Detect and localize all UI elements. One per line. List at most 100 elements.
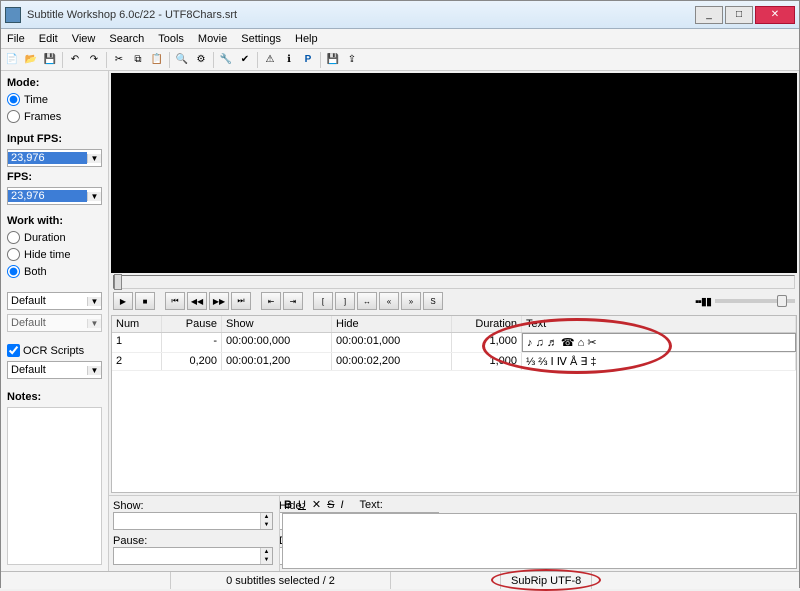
paste-icon[interactable]: 📋 bbox=[148, 51, 166, 69]
export-icon[interactable]: ⇪ bbox=[343, 51, 361, 69]
pascal-icon[interactable]: P bbox=[299, 51, 317, 69]
pause-input[interactable] bbox=[114, 548, 260, 564]
italic-button[interactable]: I bbox=[340, 499, 343, 511]
shift-back-button[interactable]: « bbox=[379, 292, 399, 310]
info-icon[interactable]: ℹ bbox=[280, 51, 298, 69]
charset-dropdown[interactable]: Default▼ bbox=[7, 292, 102, 310]
menu-help[interactable]: Help bbox=[295, 33, 318, 45]
settings-icon[interactable]: ⚙ bbox=[192, 51, 210, 69]
spell-icon[interactable]: ✔ bbox=[236, 51, 254, 69]
chevron-down-icon: ▼ bbox=[87, 366, 101, 375]
spin-down-icon[interactable]: ▼ bbox=[260, 556, 272, 564]
next-sub-button[interactable]: ⇥ bbox=[283, 292, 303, 310]
window-title: Subtitle Workshop 6.0c/22 - UTF8Chars.sr… bbox=[27, 9, 695, 21]
ocr-checkbox[interactable] bbox=[7, 344, 20, 357]
save-icon[interactable]: 💾 bbox=[41, 51, 59, 69]
open-icon[interactable]: 📂 bbox=[22, 51, 40, 69]
chevron-down-icon: ▼ bbox=[87, 154, 101, 163]
save2-icon[interactable]: 💾 bbox=[324, 51, 342, 69]
underline-button[interactable]: U bbox=[298, 499, 306, 511]
text-label: Text: bbox=[360, 499, 383, 511]
menu-tools[interactable]: Tools bbox=[158, 33, 184, 45]
col-show[interactable]: Show bbox=[222, 316, 332, 332]
maximize-button[interactable]: □ bbox=[725, 6, 753, 24]
tool-icon[interactable]: 🔧 bbox=[217, 51, 235, 69]
stop-button[interactable]: ■ bbox=[135, 292, 155, 310]
ww-both-label: Both bbox=[24, 266, 47, 278]
ffwd-button[interactable]: ⏭ bbox=[231, 292, 251, 310]
scrubber-thumb[interactable] bbox=[114, 274, 122, 290]
table-row[interactable]: 2 0,200 00:00:01,200 00:00:02,200 1,000 … bbox=[112, 353, 796, 371]
status-format: SubRip UTF-8 bbox=[501, 572, 592, 589]
search-icon[interactable]: 🔍 bbox=[173, 51, 191, 69]
volume-slider[interactable] bbox=[715, 299, 795, 303]
workwith-label: Work with: bbox=[7, 215, 102, 227]
spin-up-icon[interactable]: ▲ bbox=[260, 548, 272, 556]
strike-button[interactable]: S bbox=[327, 499, 334, 511]
status-bar: 0 subtitles selected / 2 SubRip UTF-8 bbox=[1, 571, 799, 589]
pause-label: Pause: bbox=[113, 535, 273, 547]
volume-knob[interactable] bbox=[777, 295, 787, 307]
menu-file[interactable]: File bbox=[7, 33, 25, 45]
col-text[interactable]: Text bbox=[522, 316, 796, 332]
ww-hide-label: Hide time bbox=[24, 249, 70, 261]
menu-view[interactable]: View bbox=[72, 33, 96, 45]
fps-label: FPS: bbox=[7, 171, 102, 183]
spin-down-icon[interactable]: ▼ bbox=[260, 521, 272, 529]
mark-start-button[interactable]: [ bbox=[313, 292, 333, 310]
menu-settings[interactable]: Settings bbox=[241, 33, 281, 45]
clear-button[interactable]: ✕ bbox=[312, 498, 321, 511]
close-button[interactable]: ✕ bbox=[755, 6, 795, 24]
mode-frames-radio[interactable] bbox=[7, 110, 20, 123]
col-hide[interactable]: Hide bbox=[332, 316, 452, 332]
mode-time-label: Time bbox=[24, 94, 48, 106]
play-button[interactable]: ▶ bbox=[113, 292, 133, 310]
chevron-down-icon: ▼ bbox=[87, 192, 101, 201]
redo-icon[interactable]: ↷ bbox=[85, 51, 103, 69]
spin-up-icon[interactable]: ▲ bbox=[260, 513, 272, 521]
menu-edit[interactable]: Edit bbox=[39, 33, 58, 45]
left-panel: Mode: Time Frames Input FPS: 23,976▼ FPS… bbox=[1, 71, 109, 571]
show-input[interactable] bbox=[114, 513, 260, 529]
undo-icon[interactable]: ↶ bbox=[66, 51, 84, 69]
bold-button[interactable]: B bbox=[284, 499, 292, 511]
notes-label: Notes: bbox=[7, 391, 102, 403]
table-row[interactable]: 1 - 00:00:00,000 00:00:01,000 1,000 ♪ ♫ … bbox=[112, 333, 796, 353]
fps-dropdown[interactable]: 23,976▼ bbox=[7, 187, 102, 205]
col-pause[interactable]: Pause bbox=[162, 316, 222, 332]
mark-end-button[interactable]: ] bbox=[335, 292, 355, 310]
subtitle-grid[interactable]: Num Pause Show Hide Duration Text 1 - 00… bbox=[111, 315, 797, 493]
menubar: File Edit View Search Tools Movie Settin… bbox=[1, 29, 799, 49]
warning-icon[interactable]: ⚠ bbox=[261, 51, 279, 69]
volume-icon: ▪▪▮▮ bbox=[695, 295, 711, 308]
back-button[interactable]: ◀◀ bbox=[187, 292, 207, 310]
ww-both-radio[interactable] bbox=[7, 265, 20, 278]
menu-movie[interactable]: Movie bbox=[198, 33, 227, 45]
ww-hide-radio[interactable] bbox=[7, 248, 20, 261]
cut-icon[interactable]: ✂ bbox=[110, 51, 128, 69]
fwd-button[interactable]: ▶▶ bbox=[209, 292, 229, 310]
copy-icon[interactable]: ⧉ bbox=[129, 51, 147, 69]
ww-duration-radio[interactable] bbox=[7, 231, 20, 244]
col-num[interactable]: Num bbox=[112, 316, 162, 332]
minimize-button[interactable]: _ bbox=[695, 6, 723, 24]
sync-button[interactable]: ↔ bbox=[357, 292, 377, 310]
video-scrubber[interactable] bbox=[113, 275, 795, 289]
mode-frames-label: Frames bbox=[24, 111, 61, 123]
charset2-dropdown[interactable]: Default▼ bbox=[7, 314, 102, 332]
status-selection: 0 subtitles selected / 2 bbox=[171, 572, 391, 589]
player-controls: ▶ ■ ⏮ ◀◀ ▶▶ ⏭ ⇤ ⇥ [ ] ↔ « » S ▪▪▮▮ bbox=[109, 289, 799, 313]
speed-button[interactable]: S bbox=[423, 292, 443, 310]
notes-area[interactable] bbox=[7, 407, 102, 565]
menu-search[interactable]: Search bbox=[109, 33, 144, 45]
new-icon[interactable]: 📄 bbox=[3, 51, 21, 69]
mode-time-radio[interactable] bbox=[7, 93, 20, 106]
rewind-button[interactable]: ⏮ bbox=[165, 292, 185, 310]
subtitle-text-input[interactable] bbox=[282, 513, 797, 569]
app-icon bbox=[5, 7, 21, 23]
prev-sub-button[interactable]: ⇤ bbox=[261, 292, 281, 310]
ocr-dropdown[interactable]: Default▼ bbox=[7, 361, 102, 379]
input-fps-dropdown[interactable]: 23,976▼ bbox=[7, 149, 102, 167]
col-duration[interactable]: Duration bbox=[452, 316, 522, 332]
shift-fwd-button[interactable]: » bbox=[401, 292, 421, 310]
